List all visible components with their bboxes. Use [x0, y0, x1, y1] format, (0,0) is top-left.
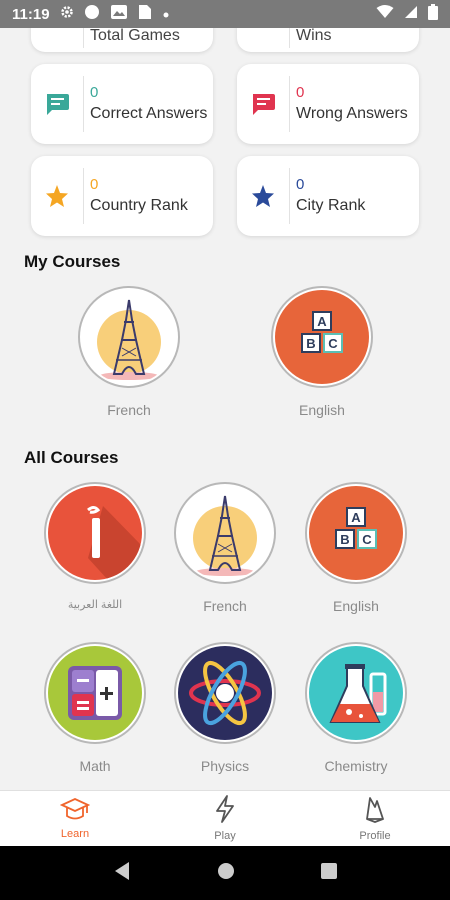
- system-nav-bar: [0, 846, 450, 900]
- stat-value: 0: [296, 176, 305, 193]
- stat-value: 0: [296, 84, 305, 101]
- wifi-icon: [376, 5, 394, 23]
- course-label: English: [333, 598, 379, 614]
- svg-text:B: B: [306, 336, 315, 351]
- course-french[interactable]: French: [170, 482, 280, 614]
- course-label: Physics: [200, 758, 250, 774]
- stat-card-wins: Wins: [237, 28, 419, 52]
- stat-value: 0: [90, 176, 99, 193]
- course-label: French: [203, 598, 247, 614]
- graduation-cap-icon: [59, 797, 91, 826]
- stat-label: Country Rank: [90, 197, 188, 214]
- course-physics[interactable]: Physics: [170, 642, 280, 774]
- nav-learn[interactable]: Learn: [0, 791, 150, 846]
- chat-bubble-icon: [31, 92, 83, 116]
- stat-label: Correct Answers: [90, 105, 208, 122]
- home-icon[interactable]: [217, 862, 235, 885]
- battery-icon: [428, 4, 438, 24]
- signal-icon: [404, 5, 418, 23]
- abc-blocks-icon: A B C: [309, 486, 403, 580]
- svg-text:A: A: [317, 314, 327, 329]
- svg-text:C: C: [328, 336, 338, 351]
- flask-icon: [309, 646, 403, 740]
- stat-card-country-rank: 0 Country Rank: [31, 156, 213, 236]
- sim-icon: [138, 4, 152, 24]
- course-chemistry[interactable]: Chemistry: [301, 642, 411, 774]
- profile-icon: [363, 795, 387, 828]
- abc-blocks-icon: A B C: [275, 290, 369, 384]
- back-icon[interactable]: [113, 861, 131, 886]
- stat-label: City Rank: [296, 197, 366, 214]
- lightning-icon: [213, 795, 237, 828]
- nav-label: Play: [214, 830, 236, 842]
- svg-text:C: C: [362, 532, 372, 547]
- image-icon: [110, 4, 128, 24]
- star-icon: [237, 184, 289, 208]
- stat-label: Total Games: [90, 28, 180, 44]
- stat-label: Wins: [296, 28, 332, 44]
- course-label: Chemistry: [324, 758, 388, 774]
- nav-play[interactable]: Play: [150, 791, 300, 846]
- star-icon: [31, 184, 83, 208]
- calculator-icon: [48, 646, 142, 740]
- course-label: Math: [79, 758, 111, 774]
- recents-icon[interactable]: [321, 862, 337, 884]
- stat-card-wrong-answers: 0 Wrong Answers: [237, 64, 419, 144]
- dot-icon: [162, 6, 170, 23]
- all-courses-title: All Courses: [24, 448, 119, 467]
- stat-value: 0: [90, 84, 99, 101]
- stat-card-city-rank: 0 City Rank: [237, 156, 419, 236]
- chat-bubble-icon: [237, 92, 289, 116]
- eiffel-tower-icon: [178, 486, 272, 580]
- arabic-letter-icon: [48, 486, 142, 580]
- course-arabic[interactable]: اللغة العربية: [40, 482, 150, 611]
- nav-profile[interactable]: Profile: [300, 791, 450, 846]
- course-label: French: [107, 402, 151, 418]
- atom-icon: [178, 646, 272, 740]
- stat-label: Wrong Answers: [296, 105, 408, 122]
- circle-icon: [84, 4, 100, 24]
- course-label: اللغة العربية: [67, 599, 123, 611]
- bottom-nav: Learn Play Profile: [0, 790, 450, 846]
- content-scroll[interactable]: Total Games Wins 0 Correct Answers 0 Wro…: [0, 28, 450, 790]
- course-math[interactable]: Math: [40, 642, 150, 774]
- status-bar: 11:19: [0, 0, 450, 28]
- eiffel-tower-icon: [82, 290, 176, 384]
- my-course-french[interactable]: French: [74, 286, 184, 418]
- my-courses-title: My Courses: [24, 252, 121, 271]
- course-english[interactable]: A B C English: [301, 482, 411, 614]
- nav-label: Learn: [60, 828, 90, 840]
- my-course-english[interactable]: A B C English: [267, 286, 377, 418]
- nav-label: Profile: [359, 830, 391, 842]
- stat-card-correct-answers: 0 Correct Answers: [31, 64, 213, 144]
- stat-card-total-games: Total Games: [31, 28, 213, 52]
- gear-icon: [60, 5, 74, 23]
- svg-text:B: B: [340, 532, 349, 547]
- course-label: English: [299, 402, 345, 418]
- status-time: 11:19: [12, 5, 50, 23]
- svg-text:A: A: [351, 510, 361, 525]
